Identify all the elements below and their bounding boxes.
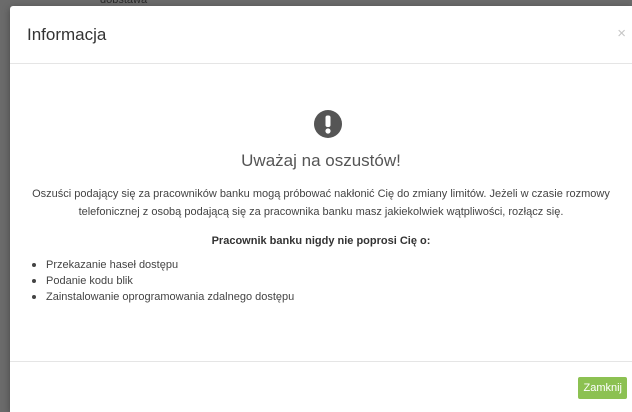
information-modal: Informacja × Uważaj na oszustów! Oszuści… — [10, 6, 632, 412]
list-item: Przekazanie haseł dostępu — [29, 257, 294, 273]
list-item: Zainstalowanie oprogramowania zdalnego d… — [29, 289, 294, 305]
modal-header: Informacja × — [10, 6, 632, 64]
modal-footer: Zamknij — [10, 361, 632, 412]
warning-description: Oszuści podający się za pracowników bank… — [32, 188, 610, 218]
list-item: Podanie kodu blik — [29, 273, 294, 289]
warning-list: Przekazanie haseł dostępu Podanie kodu b… — [29, 257, 294, 305]
modal-title: Informacja — [27, 25, 107, 44]
warning-bold-line: Pracownik banku nigdy nie poprosi Cię o: — [211, 235, 431, 247]
exclamation-circle-icon — [314, 110, 342, 138]
close-icon[interactable]: × — [617, 26, 626, 41]
close-button[interactable]: Zamknij — [578, 377, 627, 399]
warning-headline: Uważaj na oszustów! — [241, 151, 401, 170]
modal-body: Uważaj na oszustów! Oszuści podający się… — [10, 64, 632, 361]
